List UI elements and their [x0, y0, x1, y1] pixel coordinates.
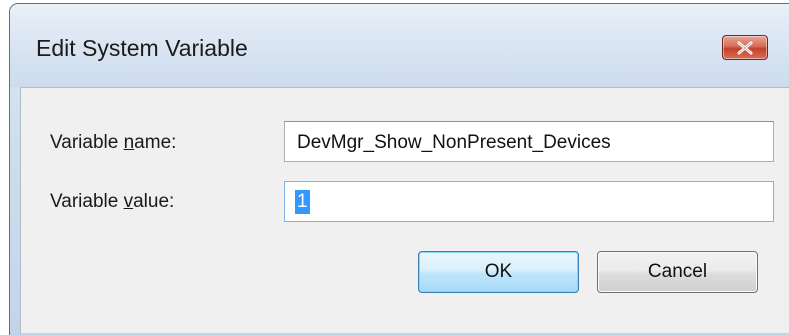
variable-value-selected-text: 1	[295, 190, 310, 214]
close-icon	[737, 41, 753, 54]
variable-name-value: DevMgr_Show_NonPresent_Devices	[297, 132, 611, 153]
title-bar[interactable]: Edit System Variable	[10, 4, 789, 87]
dialog-body: Variable name: DevMgr_Show_NonPresent_De…	[20, 87, 789, 333]
variable-value-label-rest: alue:	[133, 191, 175, 212]
dialog-title: Edit System Variable	[36, 35, 248, 61]
variable-value-label-accelerator: v	[123, 191, 134, 212]
variable-name-field[interactable]: DevMgr_Show_NonPresent_Devices	[284, 121, 774, 162]
variable-value-label: Variable value:	[50, 191, 174, 213]
cancel-button[interactable]: Cancel	[597, 251, 758, 293]
variable-name-label-rest: ame:	[134, 132, 177, 153]
variable-name-label: Variable name:	[50, 132, 176, 154]
variable-name-label-text: Variable	[50, 132, 124, 153]
variable-value-label-text: Variable	[50, 191, 124, 212]
ok-button[interactable]: OK	[418, 251, 579, 293]
variable-name-label-accelerator: n	[123, 132, 135, 153]
variable-value-field[interactable]: 1	[284, 181, 774, 222]
edit-system-variable-dialog: Edit System Variable Variable name: DevM…	[9, 3, 789, 335]
close-button[interactable]	[722, 35, 768, 60]
